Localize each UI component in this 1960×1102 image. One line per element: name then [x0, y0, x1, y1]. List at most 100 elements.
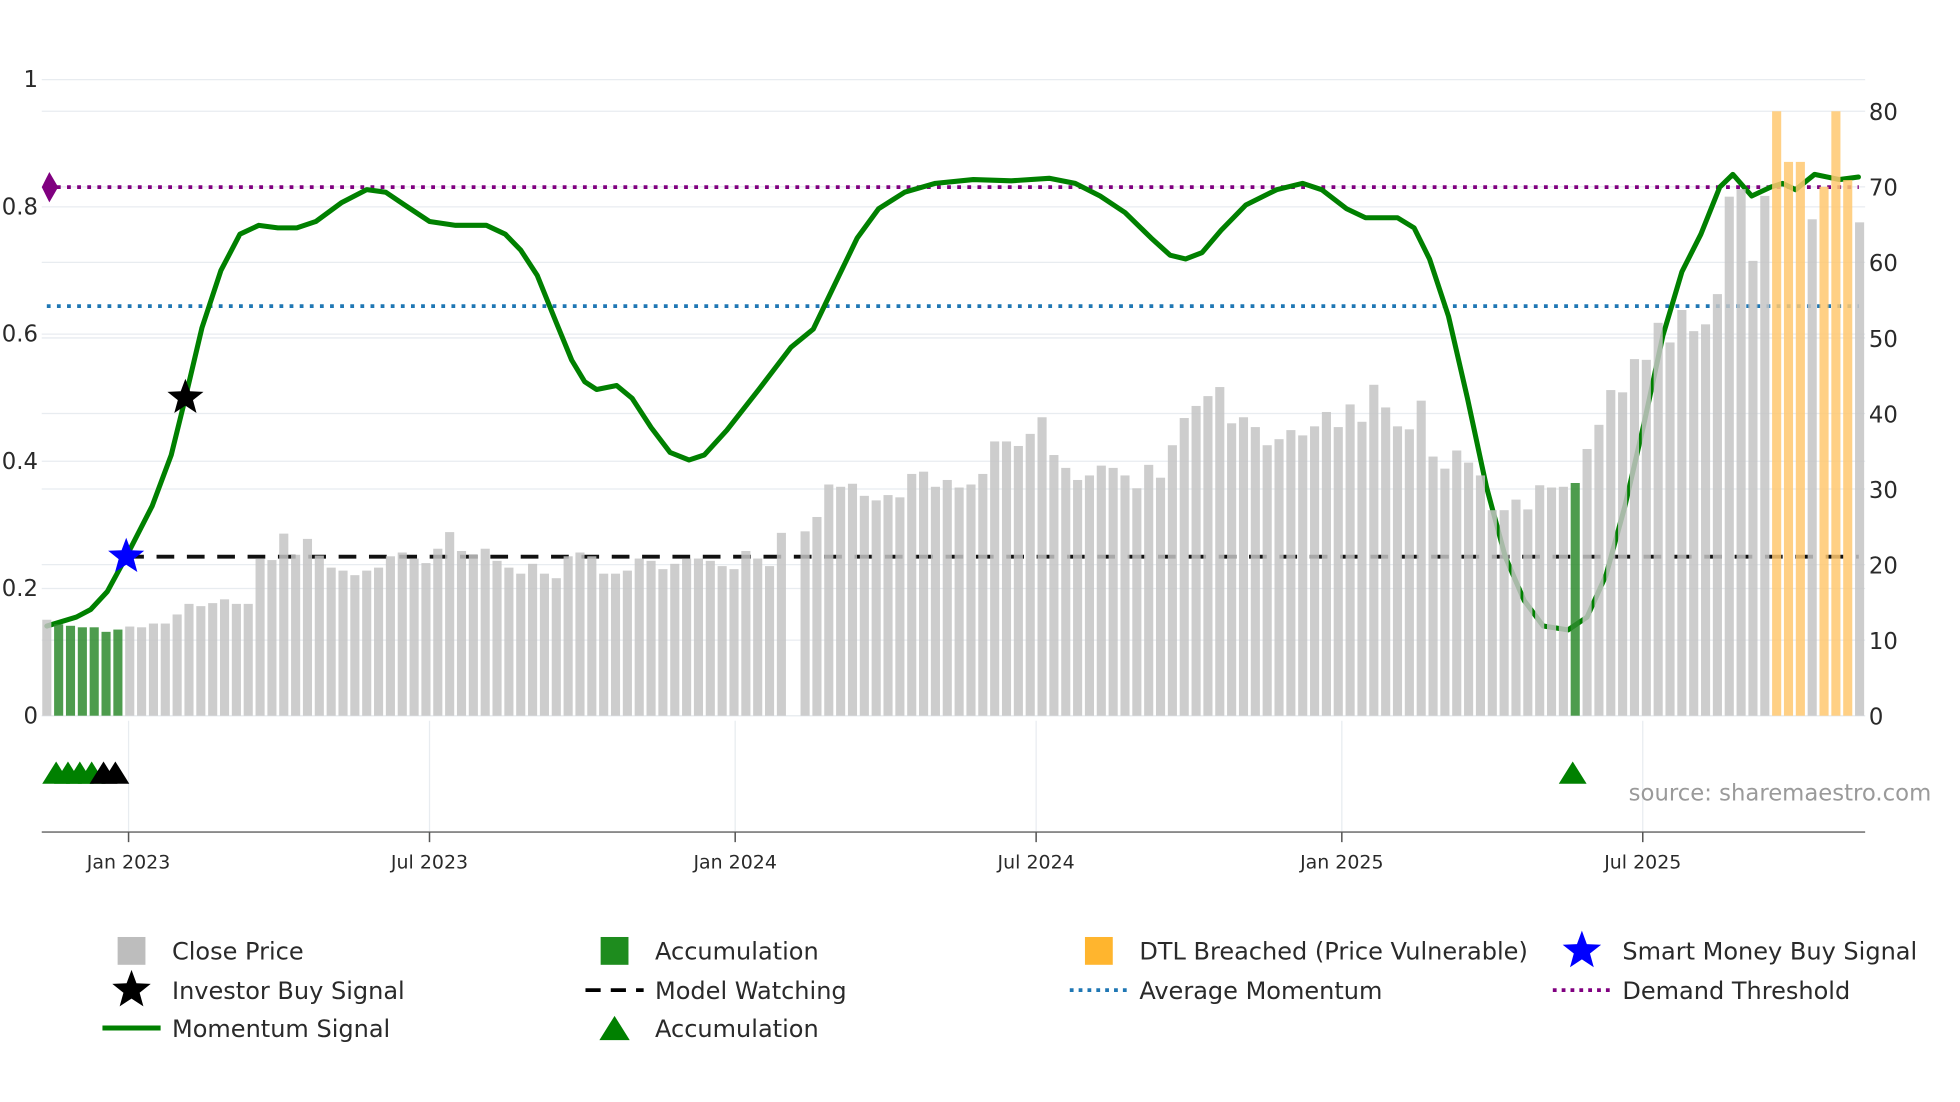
right-tick-label: 40: [1869, 402, 1898, 428]
close-price-bar: [1475, 475, 1485, 716]
close-price-bar: [1629, 359, 1640, 716]
close-price-bar: [184, 603, 194, 716]
close-price-bar: [610, 573, 621, 716]
close-price-bar: [1558, 486, 1568, 716]
close-price-bar: [480, 548, 490, 716]
right-tick-label: 80: [1869, 100, 1898, 126]
close-price-bar: [1487, 510, 1497, 716]
close-price-bar: [1049, 455, 1059, 716]
close-price-bar: [208, 603, 218, 716]
close-price-bar: [705, 560, 715, 716]
legend-item: DTL Breached (Price Vulnerable): [1084, 936, 1528, 966]
close-price-bar: [919, 471, 929, 716]
close-price-bar: [847, 483, 858, 716]
close-price-bar: [599, 573, 609, 716]
close-price-bar: [196, 606, 206, 716]
x-tick-label: Jul 2024: [997, 852, 1075, 874]
legend-square-icon: [117, 936, 146, 965]
close-price-bar: [622, 570, 632, 716]
close-price-bar: [990, 441, 1000, 716]
legend-item: Demand Threshold: [1552, 977, 1850, 1005]
close-price-bar: [1262, 445, 1272, 716]
legend-item: Accumulation: [599, 1015, 819, 1043]
close-price-bar: [267, 560, 277, 716]
left-tick-label: 0.8: [2, 194, 38, 220]
close-price-bar: [279, 533, 289, 716]
legend-label: Smart Money Buy Signal: [1622, 938, 1917, 966]
legend-item: Accumulation: [600, 936, 819, 966]
close-price-bar: [243, 603, 253, 716]
close-price-bar: [575, 552, 585, 716]
legend-item: Smart Money Buy Signal: [1562, 930, 1917, 968]
right-tick-label: 60: [1869, 251, 1898, 277]
close-price-bar: [445, 532, 455, 716]
close-price-bar: [551, 578, 561, 716]
close-price-bar: [1345, 404, 1355, 716]
close-price-bar: [812, 516, 822, 716]
close-price-bar: [753, 558, 763, 716]
close-price-bar: [1215, 387, 1225, 716]
close-price-bar: [1144, 464, 1154, 716]
x-tick-label: Jul 2023: [390, 852, 468, 874]
right-tick-label: 10: [1869, 629, 1898, 655]
source-annotation: source: sharemaestro.com: [1629, 780, 1932, 806]
close-price-bar: [966, 484, 976, 716]
close-price-bar: [1641, 359, 1651, 716]
close-price-bar: [1179, 418, 1189, 716]
close-price-bar: [397, 552, 407, 716]
close-price-bar: [1440, 468, 1450, 716]
close-price-bar: [776, 532, 786, 716]
close-price-bar: [1238, 417, 1249, 716]
dtl-breached-bar: [1772, 111, 1782, 716]
legend-label: Investor Buy Signal: [172, 977, 405, 1005]
close-price-bar: [729, 569, 739, 716]
close-price-bar: [1250, 427, 1260, 716]
dtl-breached-bar: [1783, 161, 1794, 716]
close-price-bar: [1724, 196, 1734, 716]
legend-label: Model Watching: [655, 977, 847, 1005]
right-axis-ticks: 0 10 20 30 40 50 60 70 80: [1869, 100, 1898, 730]
close-price-bar: [930, 486, 940, 716]
close-price-bar: [1653, 322, 1663, 716]
close-price-bar: [978, 473, 988, 716]
legend-item: Momentum Signal: [102, 1015, 390, 1043]
accumulation-bar: [77, 627, 87, 716]
close-price-bar: [1108, 467, 1118, 716]
close-price-bar: [1404, 429, 1414, 716]
close-price-bar: [1606, 390, 1616, 716]
close-price-bar: [326, 567, 336, 716]
close-price-bar: [1025, 433, 1035, 716]
close-price-bar: [1736, 189, 1746, 716]
accumulation-bar: [89, 627, 99, 716]
close-price-bar: [1511, 499, 1521, 716]
accumulation-bar: [54, 624, 64, 716]
close-price-bar: [148, 623, 158, 716]
close-price-bar: [231, 603, 241, 716]
x-axis: Jan 2023 Jul 2023 Jan 2024 Jul 2024 Jan 2025…: [41, 831, 1866, 874]
close-price-bar: [338, 570, 348, 716]
close-price-bar: [836, 486, 846, 716]
close-price-bar: [1535, 485, 1545, 716]
legend-square-icon: [600, 936, 629, 965]
close-price-bar: [1452, 450, 1462, 716]
legend-item: Average Momentum: [1069, 977, 1382, 1005]
legend-item: Close Price: [117, 936, 304, 966]
close-price-bar: [1369, 384, 1379, 716]
close-price-bar: [350, 575, 360, 716]
close-price-bar: [1582, 448, 1592, 716]
close-price-bar: [587, 556, 597, 716]
close-price-bar: [539, 573, 549, 716]
close-price-bar: [717, 566, 727, 716]
close-price-bar: [1191, 405, 1201, 716]
legend-label: DTL Breached (Price Vulnerable): [1139, 938, 1528, 966]
close-price-bar: [1073, 479, 1083, 716]
close-price-bar: [859, 495, 869, 716]
dtl-breached-bar: [1819, 186, 1829, 716]
close-price-bar: [1274, 439, 1284, 716]
close-price-bar: [634, 558, 644, 716]
legend-label: Average Momentum: [1139, 977, 1382, 1005]
close-price-bar: [824, 484, 834, 716]
close-price-bar: [658, 569, 668, 716]
accumulation-bar: [1570, 482, 1580, 716]
legend-label: Momentum Signal: [172, 1015, 390, 1043]
